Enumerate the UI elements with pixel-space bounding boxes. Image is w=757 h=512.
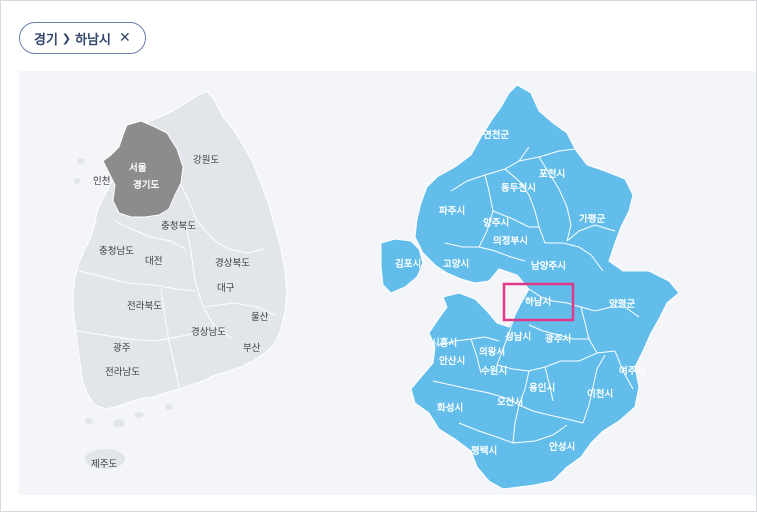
label-paju[interactable]: 파주시 [439,205,465,217]
label-gwangju-si[interactable]: 광주시 [545,333,571,345]
label-uijeongbu[interactable]: 의정부시 [493,235,528,247]
label-chungnam: 충청남도 [99,246,134,257]
chevron-right-icon: ❯ [61,31,72,45]
label-ulsan: 울산 [251,312,269,323]
label-ansan[interactable]: 안산시 [439,355,465,367]
label-gyeonggi: 경기도 [133,179,159,191]
label-anseong[interactable]: 안성시 [549,441,575,453]
label-incheon: 인천 [93,176,110,187]
label-pyeongtaek[interactable]: 평택시 [471,445,497,457]
gyeonggi-map: 연천군 포천시 동두천시 파주시 양주시 가평군 의정부시 김포시 고양시 남양… [380,84,680,490]
label-chungbuk: 충청북도 [161,221,196,232]
label-pocheon[interactable]: 포천시 [539,169,565,180]
label-gyeongbuk: 경상북도 [215,257,250,269]
label-gapyeong[interactable]: 가평군 [579,213,605,225]
label-jeonbuk: 전라북도 [127,301,162,312]
korea-map: 인천 서울 경기도 강원도 충청북도 충청남도 대전 경상북도 대구 전라북도 … [72,90,288,470]
label-suwon[interactable]: 수원시 [481,365,507,377]
label-yongin[interactable]: 용인시 [529,383,555,394]
label-seongnam[interactable]: 성남시 [505,331,531,343]
label-siheung[interactable]: 시흥시 [431,337,457,349]
map-widget: 경기 ❯ 하남시 ✕ 인천 서울 경기도 강원도 충청북도 충청남도 대전 경상… [0,0,757,512]
label-icheon[interactable]: 이천시 [587,388,613,400]
label-yangpyeong[interactable]: 양평군 [609,298,635,310]
close-icon[interactable]: ✕ [119,30,131,46]
label-gangwon: 강원도 [193,155,219,166]
label-namyangju[interactable]: 남양주시 [531,260,566,272]
map-panel: 인천 서울 경기도 강원도 충청북도 충청남도 대전 경상북도 대구 전라북도 … [19,71,756,495]
gyeonggi-mainland [410,84,680,490]
label-daejeon: 대전 [145,256,162,267]
province-label: 경기 [34,32,58,48]
label-dongducheon[interactable]: 동두천시 [501,183,536,194]
label-daegu: 대구 [217,283,235,294]
label-yangju[interactable]: 양주시 [483,217,509,229]
label-jeju: 제주도 [91,459,117,470]
label-busan: 부산 [243,343,261,354]
label-hwaseong[interactable]: 화성시 [437,402,463,414]
label-hanam[interactable]: 하남시 [525,296,551,308]
label-uiwang[interactable]: 의왕시 [479,346,505,358]
city-label: 하남시 [75,32,112,48]
label-gwangju: 광주 [113,342,131,354]
label-seoul: 서울 [129,162,147,174]
maps-canvas: 인천 서울 경기도 강원도 충청북도 충청남도 대전 경상북도 대구 전라북도 … [72,84,680,490]
location-filter-chip[interactable]: 경기 ❯ 하남시 ✕ [19,22,146,54]
label-jeonnam: 전라남도 [105,367,140,378]
label-goyang[interactable]: 고양시 [443,258,469,270]
label-yeoju[interactable]: 여주시 [619,365,645,377]
label-osan[interactable]: 오산시 [497,396,523,408]
label-gyeongnam: 경상남도 [191,326,226,338]
label-yeoncheon[interactable]: 연천군 [483,130,509,141]
label-gimpo[interactable]: 김포시 [395,258,421,270]
